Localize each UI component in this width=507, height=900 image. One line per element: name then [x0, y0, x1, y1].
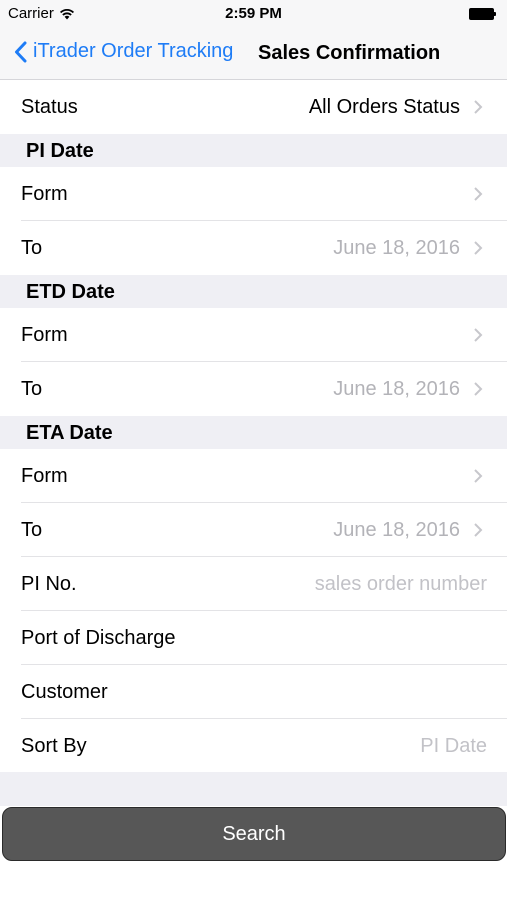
back-button[interactable]: iTrader Order Tracking [14, 40, 233, 63]
customer-label: Customer [21, 680, 108, 703]
pi-date-from-label: Form [21, 182, 68, 205]
eta-date-header: ETA Date [0, 416, 507, 449]
pi-date-to-value: June 18, 2016 [333, 237, 460, 259]
chevron-left-icon [15, 41, 27, 62]
pi-date-from-row[interactable]: Form [0, 167, 507, 221]
port-of-discharge-label: Port of Discharge [21, 626, 176, 649]
status-bar: Carrier 2:59 PM [0, 0, 507, 28]
etd-date-header: ETD Date [0, 275, 507, 308]
eta-date-from-label: Form [21, 464, 68, 487]
status-row[interactable]: Status All Orders Status [0, 80, 507, 134]
eta-date-to-value: June 18, 2016 [333, 519, 460, 541]
chevron-right-icon [474, 241, 483, 255]
clock: 2:59 PM [225, 5, 282, 22]
etd-date-to-label: To [21, 377, 43, 400]
status-value: All Orders Status [308, 96, 460, 118]
pi-date-to-label: To [21, 236, 43, 259]
sort-by-value: PI Date [420, 735, 487, 757]
navigation-bar: iTrader Order Tracking Sales Confirmatio… [0, 28, 507, 80]
port-of-discharge-row[interactable]: Port of Discharge [0, 611, 507, 665]
chevron-right-icon [474, 469, 483, 483]
etd-date-to-row[interactable]: To June 18, 2016 [0, 362, 507, 416]
etd-date-from-label: Form [21, 323, 68, 346]
battery-icon [469, 8, 497, 20]
chevron-right-icon [474, 100, 483, 114]
status-label: Status [21, 95, 78, 118]
sort-by-label: Sort By [21, 734, 87, 757]
divider [0, 772, 507, 806]
pi-date-to-row[interactable]: To June 18, 2016 [0, 221, 507, 275]
chevron-right-icon [474, 523, 483, 537]
pi-date-header: PI Date [0, 134, 507, 167]
pi-no-row[interactable]: PI No. sales order number [0, 557, 507, 611]
pi-no-input[interactable]: sales order number [315, 557, 487, 611]
customer-row[interactable]: Customer [0, 665, 507, 719]
page-title: Sales Confirmation [258, 42, 441, 64]
eta-date-to-row[interactable]: To June 18, 2016 [0, 503, 507, 557]
eta-date-from-row[interactable]: Form [0, 449, 507, 503]
etd-date-to-value: June 18, 2016 [333, 378, 460, 400]
chevron-right-icon [474, 187, 483, 201]
chevron-right-icon [474, 382, 483, 396]
back-button-label: iTrader Order Tracking [33, 40, 234, 62]
search-button[interactable]: Search [2, 807, 506, 861]
pi-no-label: PI No. [21, 572, 77, 595]
eta-date-to-label: To [21, 518, 43, 541]
chevron-right-icon [474, 328, 483, 342]
etd-date-from-row[interactable]: Form [0, 308, 507, 362]
search-form: Status All Orders Status PI Date Form To… [0, 80, 507, 773]
sort-by-row[interactable]: Sort By PI Date [0, 719, 507, 773]
search-area: Search [0, 772, 507, 900]
